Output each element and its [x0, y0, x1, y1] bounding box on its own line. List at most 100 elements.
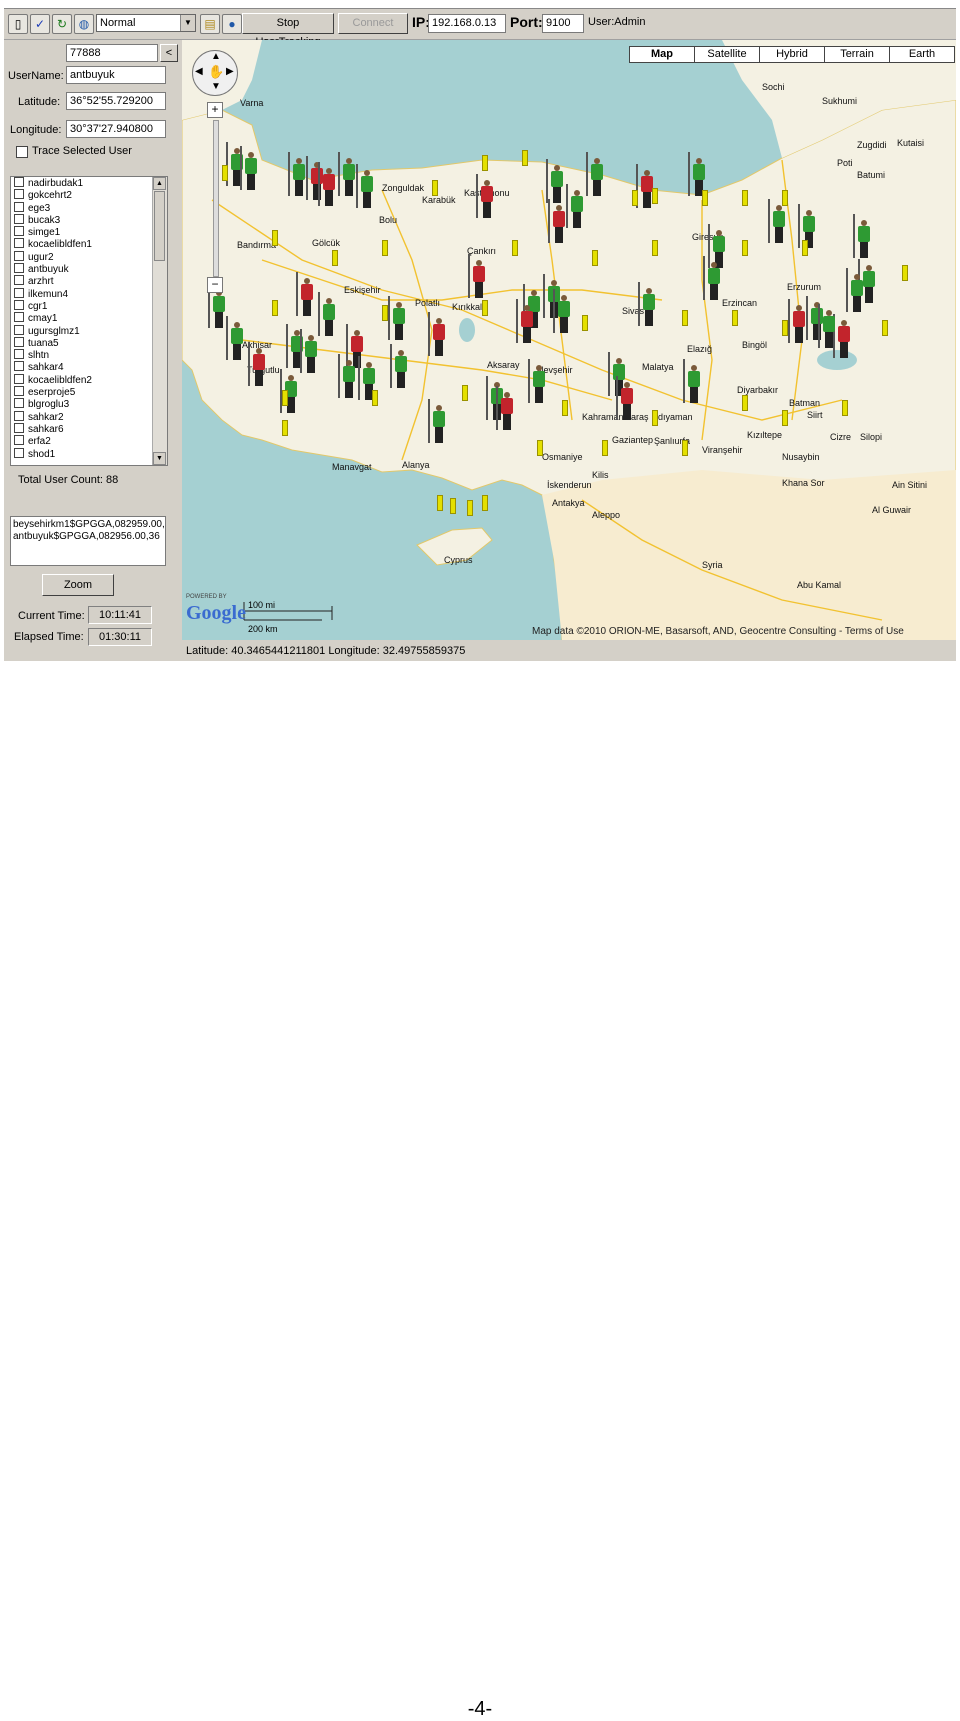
map-pin-icon[interactable]: [332, 250, 338, 266]
connect-button[interactable]: Connect: [338, 13, 408, 34]
surveyor-marker-icon[interactable]: [208, 284, 226, 330]
surveyor-marker-icon[interactable]: [546, 159, 564, 205]
user-list-item[interactable]: sahkar6: [11, 422, 167, 435]
user-checkbox[interactable]: [14, 324, 24, 335]
map-pin-icon[interactable]: [782, 410, 788, 426]
surveyor-marker-icon[interactable]: [516, 299, 534, 345]
user-checkbox[interactable]: [14, 373, 24, 384]
user-list-item[interactable]: kocaelibldfen2: [11, 373, 167, 386]
user-list-item[interactable]: arzhrt: [11, 275, 167, 287]
surveyor-marker-icon[interactable]: [226, 316, 244, 362]
zoom-in-icon[interactable]: +: [207, 102, 223, 118]
surveyor-marker-icon[interactable]: [390, 344, 408, 390]
map-pin-icon[interactable]: [592, 250, 598, 266]
map-pin-icon[interactable]: [742, 395, 748, 411]
map-pin-icon[interactable]: [682, 310, 688, 326]
world-icon[interactable]: ●: [222, 14, 242, 34]
exit-icon[interactable]: ▯: [8, 14, 28, 34]
user-checkbox[interactable]: [14, 361, 24, 372]
user-checkbox[interactable]: [14, 238, 24, 249]
surveyor-marker-icon[interactable]: [703, 256, 721, 302]
user-list-item[interactable]: cgr1: [11, 299, 167, 312]
map-pin-icon[interactable]: [522, 150, 528, 166]
map-pin-icon[interactable]: [602, 440, 608, 456]
surveyor-marker-icon[interactable]: [476, 174, 494, 220]
user-list-item[interactable]: ugur2: [11, 250, 167, 263]
surveyor-marker-icon[interactable]: [428, 312, 446, 358]
map-pin-icon[interactable]: [462, 385, 468, 401]
user-checkbox[interactable]: [14, 336, 24, 347]
user-checkbox[interactable]: [14, 447, 24, 458]
user-list-item[interactable]: kocaelibldfen1: [11, 238, 167, 250]
ip-input[interactable]: 192.168.0.13: [428, 14, 506, 33]
user-checkbox[interactable]: [14, 201, 24, 212]
map-pin-icon[interactable]: [482, 155, 488, 171]
map-pin-icon[interactable]: [632, 190, 638, 206]
map-pin-icon[interactable]: [562, 400, 568, 416]
map-pin-icon[interactable]: [782, 190, 788, 206]
surveyor-marker-icon[interactable]: [318, 292, 336, 338]
nmea-log[interactable]: beysehirkm1$GPGGA,082959.00, antbuyuk$GP…: [10, 516, 166, 566]
user-list-item[interactable]: nadirbudak1: [11, 177, 167, 189]
surveyor-marker-icon[interactable]: [388, 296, 406, 342]
collapse-panel-button[interactable]: <: [160, 44, 178, 62]
surveyor-marker-icon[interactable]: [296, 272, 314, 318]
user-list-item[interactable]: blgroglu3: [11, 398, 167, 410]
user-list-item[interactable]: antbuyuk: [11, 263, 167, 275]
user-checkbox[interactable]: [14, 398, 24, 409]
check-icon[interactable]: ✓: [30, 14, 50, 34]
pan-right-icon[interactable]: ▶: [226, 66, 234, 77]
map-pin-icon[interactable]: [437, 495, 443, 511]
map-copyright[interactable]: Map data ©2010 ORION-ME, Basarsoft, AND,…: [532, 626, 904, 637]
map-pin-icon[interactable]: [652, 240, 658, 256]
user-id-field[interactable]: 77888: [66, 44, 158, 62]
surveyor-marker-icon[interactable]: [288, 152, 306, 198]
user-checkbox[interactable]: [14, 226, 24, 237]
map-pin-icon[interactable]: [582, 315, 588, 331]
user-checkbox[interactable]: [14, 275, 24, 286]
surveyor-marker-icon[interactable]: [248, 342, 266, 388]
user-checkbox[interactable]: [14, 189, 24, 200]
user-checkbox[interactable]: [14, 435, 24, 446]
map-pin-icon[interactable]: [450, 498, 456, 514]
map-pin-icon[interactable]: [282, 420, 288, 436]
map-pin-icon[interactable]: [537, 440, 543, 456]
map-pin-icon[interactable]: [282, 390, 288, 406]
user-list-item[interactable]: shod1: [11, 447, 167, 460]
user-list-item[interactable]: sahkar2: [11, 410, 167, 423]
map-pin-icon[interactable]: [742, 240, 748, 256]
map-pin-icon[interactable]: [372, 390, 378, 406]
surveyor-marker-icon[interactable]: [548, 199, 566, 245]
map-pin-icon[interactable]: [512, 240, 518, 256]
user-list-item[interactable]: bucak3: [11, 213, 167, 226]
surveyor-marker-icon[interactable]: [240, 146, 258, 192]
refresh-icon[interactable]: ↻: [52, 14, 72, 34]
user-list-item[interactable]: slhtn: [11, 349, 167, 361]
map-pin-icon[interactable]: [882, 320, 888, 336]
surveyor-marker-icon[interactable]: [858, 259, 876, 305]
longitude-field[interactable]: 30°37'27.940800: [66, 120, 166, 138]
user-checkbox[interactable]: [14, 422, 24, 433]
map-type-satellite-button[interactable]: Satellite: [694, 46, 760, 63]
user-list-item[interactable]: erfa2: [11, 435, 167, 447]
surveyor-marker-icon[interactable]: [818, 304, 836, 350]
surveyor-marker-icon[interactable]: [300, 329, 318, 375]
stop-user-tracking-button[interactable]: Stop UserTracking: [242, 13, 334, 48]
map-pin-icon[interactable]: [467, 500, 473, 516]
user-list-item[interactable]: cmay1: [11, 312, 167, 324]
map-pin-icon[interactable]: [742, 190, 748, 206]
map-pin-icon[interactable]: [652, 410, 658, 426]
surveyor-marker-icon[interactable]: [496, 386, 514, 432]
user-checkbox[interactable]: [14, 287, 24, 298]
user-list-item[interactable]: tuana5: [11, 336, 167, 349]
mode-select[interactable]: Normal ▼: [96, 14, 196, 32]
user-checkbox[interactable]: [14, 410, 24, 421]
globe-settings-icon[interactable]: ◍: [74, 14, 94, 34]
user-list-item[interactable]: ege3: [11, 201, 167, 214]
user-checkbox[interactable]: [14, 177, 24, 187]
zoom-button[interactable]: Zoom: [42, 574, 114, 596]
map-pin-icon[interactable]: [482, 300, 488, 316]
surveyor-marker-icon[interactable]: [566, 184, 584, 230]
map-type-hybrid-button[interactable]: Hybrid: [759, 46, 825, 63]
zoom-out-icon[interactable]: −: [207, 277, 223, 293]
